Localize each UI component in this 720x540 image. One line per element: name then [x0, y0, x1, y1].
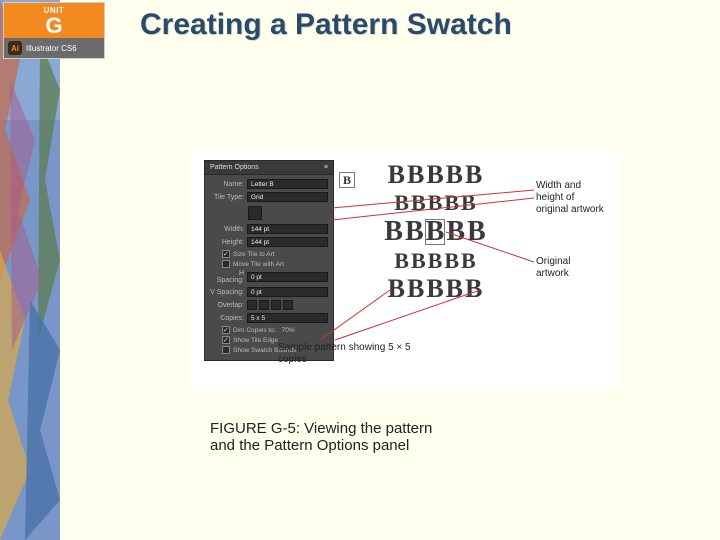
hspacing-field: 0 pt	[247, 272, 328, 282]
pattern-options-panel: Pattern Options ≡ Name: Letter B Tile Ty…	[204, 160, 334, 361]
tile-icon	[248, 206, 262, 220]
preview-row: BBBBB	[350, 250, 520, 272]
panel-menu-icon: ≡	[324, 164, 328, 171]
preview-row: BBBBB	[350, 218, 520, 246]
page-title: Creating a Pattern Swatch	[140, 8, 512, 42]
preview-row: BBBBB	[350, 276, 520, 302]
callout-sample: Sample pattern showing 5 × 5 copies	[278, 342, 418, 366]
checkbox-icon	[222, 326, 230, 334]
move-tile-art-label: Move Tile with Art	[233, 261, 284, 268]
pattern-preview: BBBBB BBBBB BBBBB BBBBB BBBBB	[350, 162, 520, 302]
size-tile-art-label: Size Tile to Art	[233, 251, 275, 258]
width-label: Width:	[210, 226, 244, 233]
figure: Pattern Options ≡ Name: Letter B Tile Ty…	[190, 150, 620, 390]
product-name: Illustrator CS6	[26, 44, 77, 53]
caption-line-2: and the Pattern Options panel	[210, 437, 432, 454]
overlap-icon	[259, 300, 269, 310]
copies-field: 5 x 5	[247, 313, 328, 323]
ai-app-icon: Ai	[8, 41, 22, 55]
unit-badge: UNIT G Ai Illustrator CS6	[3, 2, 105, 59]
overlap-icon	[271, 300, 281, 310]
copies-label: Copies:	[210, 315, 244, 322]
overlap-label: Overlap:	[210, 302, 244, 309]
checkbox-icon	[222, 336, 230, 344]
checkbox-icon	[222, 346, 230, 354]
width-field: 144 pt	[247, 224, 328, 234]
dim-copies-label: Dim Copies to:	[233, 327, 276, 334]
figure-caption: FIGURE G-5: Viewing the pattern and the …	[210, 420, 432, 454]
unit-letter: G	[4, 15, 104, 37]
callout-original: Original artwork	[536, 256, 606, 280]
original-artwork-box	[425, 219, 445, 245]
checkbox-icon	[222, 260, 230, 268]
show-tile-edge-label: Show Tile Edge	[233, 337, 278, 344]
dim-value: 70%	[282, 327, 295, 334]
tiletype-label: Tile Type:	[210, 194, 244, 201]
vspacing-field: 0 pt	[247, 287, 328, 297]
panel-title: Pattern Options	[210, 164, 259, 171]
name-field: Letter B	[247, 179, 328, 189]
name-label: Name:	[210, 181, 244, 188]
hspacing-label: H Spacing:	[210, 270, 244, 284]
overlap-icon	[247, 300, 257, 310]
preview-row: BBBBB	[350, 162, 520, 188]
tiletype-field: Grid	[247, 192, 328, 202]
caption-line-1: FIGURE G-5: Viewing the pattern	[210, 420, 432, 437]
overlap-icon	[283, 300, 293, 310]
sidebar-art	[0, 0, 60, 540]
height-field: 144 pt	[247, 237, 328, 247]
preview-row: BBBBB	[350, 192, 520, 214]
vspacing-label: V Spacing:	[210, 289, 244, 296]
callout-width-height: Width and height of original artwork	[536, 180, 606, 216]
checkbox-icon	[222, 250, 230, 258]
height-label: Height:	[210, 239, 244, 246]
